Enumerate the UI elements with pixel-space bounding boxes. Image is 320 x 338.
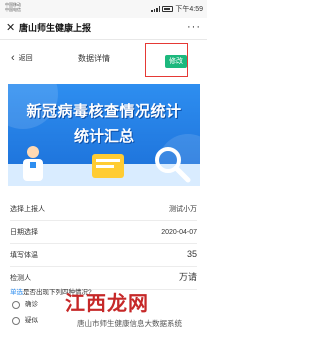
date-label: 日期选择 (10, 229, 38, 236)
watermark-logo: 江西龙网 (65, 293, 149, 315)
more-icon[interactable]: ··· (187, 21, 201, 33)
page-title: 数据详情 (78, 54, 110, 63)
magnifier-icon (155, 147, 191, 183)
radio-option-confirmed[interactable]: 确诊 (12, 301, 38, 309)
edit-highlight-box: 修改 (145, 43, 188, 77)
watermark: 江西龙网 唐山市师生健康信息大数据系统 (57, 292, 207, 338)
banner-title: 新冠病毒核查情况统计 (26, 103, 182, 120)
chevron-left-icon: ‹ (11, 52, 15, 64)
radio-icon[interactable] (12, 301, 20, 309)
reporter-label: 选择上报人 (10, 206, 45, 213)
reporter-value: 测试小万 (169, 206, 197, 213)
back-label: 返回 (18, 54, 33, 62)
carrier-line-2: 中国电信 (5, 7, 21, 12)
form-row-temperature: 填写体温 35 (10, 244, 197, 267)
date-value: 2020-04-07 (161, 229, 197, 236)
status-time: 下午4:59 (175, 6, 203, 13)
carrier-info: 中国移动 中国电信 (5, 2, 21, 12)
edit-button[interactable]: 修改 (165, 55, 187, 68)
detail-form: 选择上报人 测试小万 日期选择 2020-04-07 填写体温 35 检测人 万… (0, 198, 207, 290)
option-label: 疑似 (25, 317, 38, 324)
battery-icon (162, 6, 174, 12)
temperature-label: 填写体温 (10, 252, 38, 259)
form-row-date: 日期选择 2020-04-07 (10, 221, 197, 244)
status-icons: 下午4:59 (151, 4, 203, 14)
watermark-caption: 唐山市师生健康信息大数据系统 (77, 319, 182, 328)
doctor-figure-icon (23, 146, 43, 181)
form-row-reporter: 选择上报人 测试小万 (10, 198, 197, 221)
temperature-value: 35 (186, 249, 197, 259)
radio-icon[interactable] (12, 317, 20, 325)
app-title: 唐山师生健康上报 (19, 23, 92, 33)
question-type-tag: 单选 (10, 289, 23, 296)
form-row-inspector: 检测人 万请 (10, 267, 197, 290)
radio-option-suspected[interactable]: 疑似 (12, 317, 38, 325)
banner: 新冠病毒核查情况统计 统计汇总 (8, 84, 200, 186)
status-bar: 中国移动 中国电信 下午4:59 (0, 0, 207, 18)
inspector-value: 万请 (178, 272, 197, 282)
close-icon[interactable]: ✕ (6, 22, 15, 35)
signal-icon (151, 6, 161, 12)
option-label: 确诊 (25, 301, 38, 308)
back-button[interactable]: ‹ 返回 (11, 53, 33, 64)
page-nav: ‹ 返回 数据详情 修改 (0, 41, 207, 77)
app-header: ✕ 唐山师生健康上报 ··· (0, 18, 207, 40)
inspector-label: 检测人 (10, 275, 31, 282)
clipboard-icon (92, 154, 124, 178)
